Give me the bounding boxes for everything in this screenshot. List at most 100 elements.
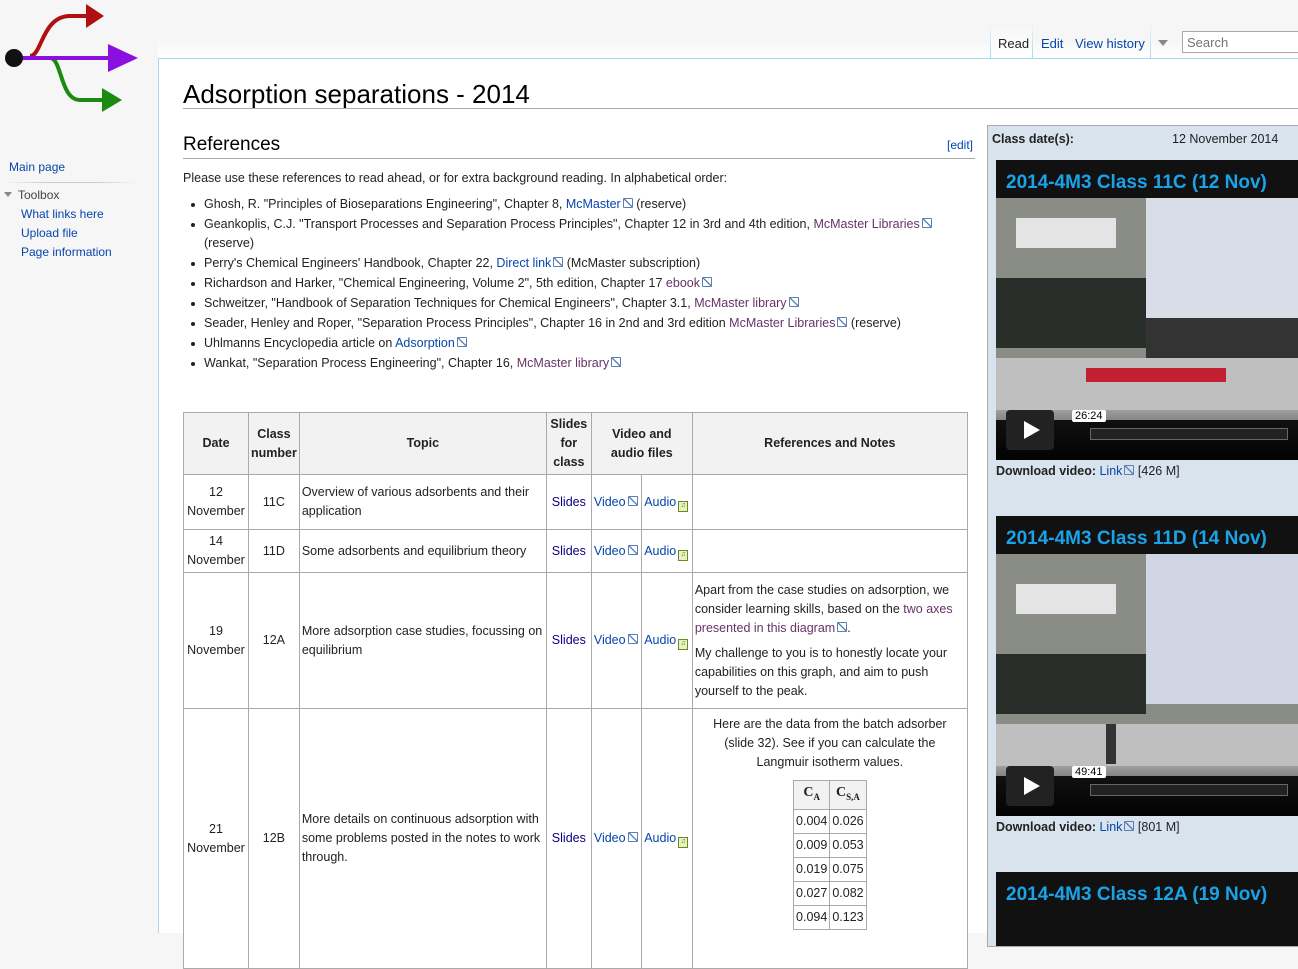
slides-link[interactable]: Slides [552,633,586,647]
video-player[interactable]: 2014-4M3 Class 11D (14 Nov) 49:41 [996,516,1298,816]
reference-text: Ghosh, R. "Principles of Bioseparations … [204,197,566,211]
sidebar-item-upload-file[interactable]: Upload file [21,226,78,240]
section-heading-references: References [183,134,281,155]
langmuir-cell: 0.026 [829,808,867,834]
reference-list: Ghosh, R. "Principles of Bioseparations … [183,195,963,374]
search-input[interactable] [1182,31,1298,53]
video-player[interactable]: 2014-4M3 Class 12A (19 Nov) [996,872,1298,946]
reference-text: Geankoplis, C.J. "Transport Processes an… [204,217,814,231]
cell-notes [691,529,968,573]
cell-topic: More details on continuous adsorption wi… [298,708,547,969]
langmuir-header-ca: CA [793,780,831,810]
tab-read[interactable]: Read [998,36,1029,51]
logo-red-arrowhead [86,4,104,28]
list-item: Geankoplis, C.J. "Transport Processes an… [183,215,963,253]
audio-link[interactable]: Audio [644,633,676,647]
list-item: Perry's Chemical Engineers' Handbook, Ch… [183,254,963,273]
video-link[interactable]: Video [594,495,638,509]
langmuir-cell: 0.123 [829,904,867,930]
video-frame-thumbnail [996,198,1298,420]
header-video-audio: Video and audio files [590,412,693,475]
audio-link[interactable]: Audio [644,544,676,558]
download-video-line: Download video: Link [801 M] [996,820,1180,834]
header-date: Date [183,412,249,475]
video-link[interactable]: Video [594,633,638,647]
download-size: [426 M] [1137,464,1180,478]
play-button[interactable] [1006,766,1054,806]
langmuir-cell: 0.019 [793,856,831,882]
slides-link[interactable]: Slides [552,544,586,558]
logo-green-arrowhead [102,88,122,112]
list-item: Richardson and Harker, "Chemical Enginee… [183,274,963,293]
reference-link[interactable]: Direct link [496,256,563,270]
section-edit-link[interactable]: [edit] [947,138,973,152]
reference-link[interactable]: McMaster library [517,356,621,370]
video-title[interactable]: 2014-4M3 Class 11C (12 Nov) [1006,172,1267,194]
slides-link[interactable]: Slides [552,495,586,509]
cell-notes [691,474,968,530]
sidebar-item-what-links-here[interactable]: What links here [21,207,104,221]
reference-text: Seader, Henley and Roper, "Separation Pr… [204,316,730,330]
audio-link[interactable]: Audio [644,495,676,509]
cell-topic: More adsorption case studies, focussing … [298,572,547,709]
table-row: 19 November 12A More adsorption case stu… [183,572,968,709]
play-button[interactable] [1006,410,1054,450]
logo-dot [5,49,23,67]
reference-link[interactable]: ebook [666,276,712,290]
sidebar-main-page[interactable]: Main page [9,160,65,174]
section-divider [183,158,975,159]
reference-text: Schweitzer, "Handbook of Separation Tech… [204,296,695,310]
list-item: Seader, Henley and Roper, "Separation Pr… [183,314,963,333]
cell-class: 11C [248,474,300,530]
video-title[interactable]: 2014-4M3 Class 12A (19 Nov) [1006,884,1267,906]
video-duration: 26:24 [1072,410,1106,422]
header-slides: Slides for class [545,412,592,475]
langmuir-cell: 0.009 [793,832,831,858]
video-link[interactable]: Video [594,831,638,845]
collapse-arrow-icon [4,192,12,197]
tab-divider [1032,22,1033,58]
reference-link[interactable]: McMaster Libraries [729,316,847,330]
more-actions-dropdown-icon[interactable] [1158,40,1168,46]
reference-text: Wankat, "Separation Process Engineering"… [204,356,517,370]
toolbox-toggle[interactable]: Toolbox [4,188,59,202]
langmuir-cell: 0.094 [793,904,831,930]
page-title: Adsorption separations - 2014 [183,79,530,109]
notes-challenge: My challenge to you is to honestly locat… [694,645,948,698]
reference-text: (McMaster subscription) [563,256,701,270]
tab-view-history[interactable]: View history [1075,36,1145,51]
logo-red-arrow [29,14,88,58]
video-player[interactable]: 2014-4M3 Class 11C (12 Nov) 26:24 [996,160,1298,460]
list-item: Wankat, "Separation Process Engineering"… [183,354,963,373]
audio-link[interactable]: Audio [644,831,676,845]
slides-link[interactable]: Slides [552,831,586,845]
class-dates-value: 12 November 2014 [1172,132,1279,146]
download-size: [801 M] [1137,820,1180,834]
video-title[interactable]: 2014-4M3 Class 11D (14 Nov) [1006,528,1267,550]
download-link[interactable]: Link [1099,464,1134,478]
langmuir-data-table: CA CS,A 0.004 0.026 0.009 0.053 0.019 0.075… [793,780,867,930]
reference-link[interactable]: McMaster Libraries [813,217,931,231]
langmuir-header-csa: CS,A [829,780,867,810]
site-logo[interactable] [0,0,158,130]
list-item: Ghosh, R. "Principles of Bioseparations … [183,195,963,214]
table-row: 12 November 11C Overview of various adso… [183,474,968,530]
audio-file-icon: ♫ [678,837,689,848]
video-link[interactable]: Video [594,544,638,558]
audio-file-icon: ♫ [678,549,689,561]
download-link[interactable]: Link [1099,820,1134,834]
sidebar-item-page-information[interactable]: Page information [21,245,112,259]
reference-link[interactable]: McMaster library [694,296,798,310]
table-header-row: Date Class number Topic Slides for class… [183,412,968,475]
video-progress-bar[interactable] [1090,428,1288,440]
download-video-line: Download video: Link [426 M] [996,464,1180,478]
video-progress-bar[interactable] [1090,784,1288,796]
main-content: Adsorption separations - 2014 References… [158,58,1298,969]
title-divider [183,108,1298,109]
table-row: 14 November 11D Some adsorbents and equi… [183,529,968,573]
reference-link[interactable]: McMaster [566,197,633,211]
tab-edit[interactable]: Edit [1041,36,1063,51]
video-duration: 49:41 [1072,766,1106,778]
langmuir-cell: 0.027 [793,880,831,906]
reference-link[interactable]: Adsorption [395,336,467,350]
